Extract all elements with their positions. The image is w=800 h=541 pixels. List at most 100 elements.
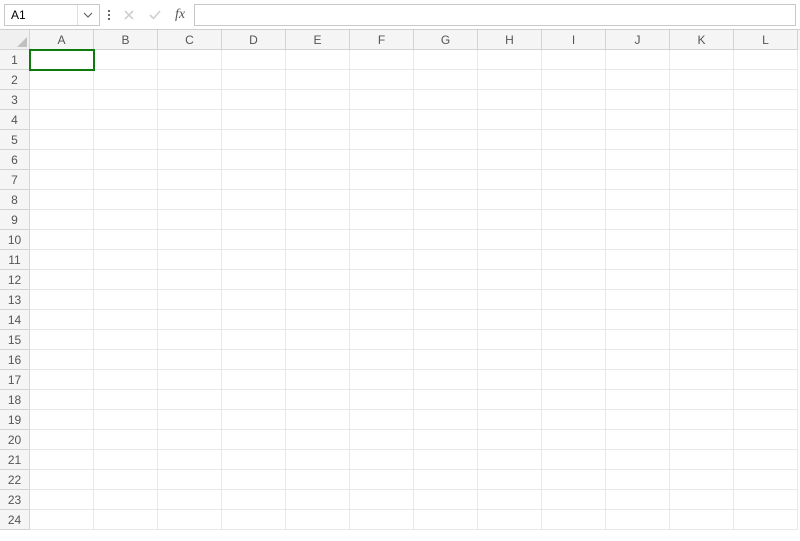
cell[interactable] (542, 390, 606, 410)
cell[interactable] (94, 330, 158, 350)
cell[interactable] (286, 130, 350, 150)
cell[interactable] (350, 50, 414, 70)
cell[interactable] (606, 510, 670, 530)
cell[interactable] (158, 330, 222, 350)
cell[interactable] (222, 150, 286, 170)
cell[interactable] (286, 230, 350, 250)
cell[interactable] (542, 70, 606, 90)
cell[interactable] (734, 370, 798, 390)
row-header[interactable]: 5 (0, 130, 30, 150)
cell[interactable] (414, 330, 478, 350)
cell[interactable] (670, 490, 734, 510)
cell[interactable] (542, 150, 606, 170)
cell[interactable] (286, 110, 350, 130)
cell[interactable] (478, 510, 542, 530)
cell[interactable] (158, 290, 222, 310)
column-header[interactable]: L (734, 30, 798, 50)
cell[interactable] (414, 350, 478, 370)
cell[interactable] (606, 470, 670, 490)
cell[interactable] (30, 150, 94, 170)
cell[interactable] (606, 270, 670, 290)
cell[interactable] (670, 250, 734, 270)
cell[interactable] (542, 210, 606, 230)
cell[interactable] (30, 330, 94, 350)
cell[interactable] (606, 70, 670, 90)
cell[interactable] (670, 370, 734, 390)
cell[interactable] (478, 130, 542, 150)
cell[interactable] (542, 330, 606, 350)
cell[interactable] (222, 450, 286, 470)
name-box-dropdown[interactable] (77, 5, 97, 25)
cell[interactable] (94, 50, 158, 70)
cell[interactable] (478, 70, 542, 90)
cell[interactable] (606, 50, 670, 70)
cell[interactable] (478, 50, 542, 70)
cell[interactable] (222, 330, 286, 350)
cell[interactable] (222, 470, 286, 490)
cell[interactable] (222, 250, 286, 270)
cell[interactable] (158, 350, 222, 370)
cell[interactable] (670, 330, 734, 350)
cell[interactable] (414, 130, 478, 150)
cell[interactable] (94, 450, 158, 470)
cell[interactable] (414, 150, 478, 170)
cell[interactable] (94, 90, 158, 110)
cell[interactable] (286, 310, 350, 330)
cell[interactable] (158, 430, 222, 450)
cell[interactable] (94, 490, 158, 510)
cell[interactable] (286, 510, 350, 530)
cell[interactable] (350, 370, 414, 390)
cell[interactable] (350, 510, 414, 530)
cell[interactable] (478, 150, 542, 170)
cell[interactable] (222, 130, 286, 150)
cell[interactable] (478, 170, 542, 190)
cell[interactable] (30, 250, 94, 270)
cell[interactable] (222, 310, 286, 330)
cell[interactable] (478, 190, 542, 210)
cell[interactable] (478, 390, 542, 410)
cell[interactable] (542, 170, 606, 190)
cell[interactable] (734, 70, 798, 90)
cell[interactable] (542, 370, 606, 390)
cell[interactable] (30, 370, 94, 390)
cell[interactable] (606, 250, 670, 270)
cell[interactable] (222, 510, 286, 530)
cell[interactable] (350, 490, 414, 510)
cell[interactable] (606, 150, 670, 170)
row-header[interactable]: 24 (0, 510, 30, 530)
cell[interactable] (30, 450, 94, 470)
row-header[interactable]: 7 (0, 170, 30, 190)
cell[interactable] (606, 370, 670, 390)
column-header[interactable]: H (478, 30, 542, 50)
cell[interactable] (414, 490, 478, 510)
cell[interactable] (30, 410, 94, 430)
cell[interactable] (478, 210, 542, 230)
cell[interactable] (542, 490, 606, 510)
cell[interactable] (222, 270, 286, 290)
cell[interactable] (606, 190, 670, 210)
cell[interactable] (542, 410, 606, 430)
cell[interactable] (542, 190, 606, 210)
cell[interactable] (542, 450, 606, 470)
cell[interactable] (94, 310, 158, 330)
cell[interactable] (606, 410, 670, 430)
cell[interactable] (94, 430, 158, 450)
cell[interactable] (606, 290, 670, 310)
column-header[interactable]: K (670, 30, 734, 50)
cell[interactable] (478, 410, 542, 430)
cell[interactable] (158, 50, 222, 70)
cell[interactable] (158, 250, 222, 270)
cell[interactable] (158, 370, 222, 390)
enter-formula-button[interactable] (144, 4, 166, 26)
cell[interactable] (670, 290, 734, 310)
cell[interactable] (350, 230, 414, 250)
cell[interactable] (30, 50, 94, 70)
cell[interactable] (158, 270, 222, 290)
cell[interactable] (222, 350, 286, 370)
cell[interactable] (94, 110, 158, 130)
cell[interactable] (734, 110, 798, 130)
cell[interactable] (350, 430, 414, 450)
cell[interactable] (606, 450, 670, 470)
cell[interactable] (478, 230, 542, 250)
cell[interactable] (158, 90, 222, 110)
